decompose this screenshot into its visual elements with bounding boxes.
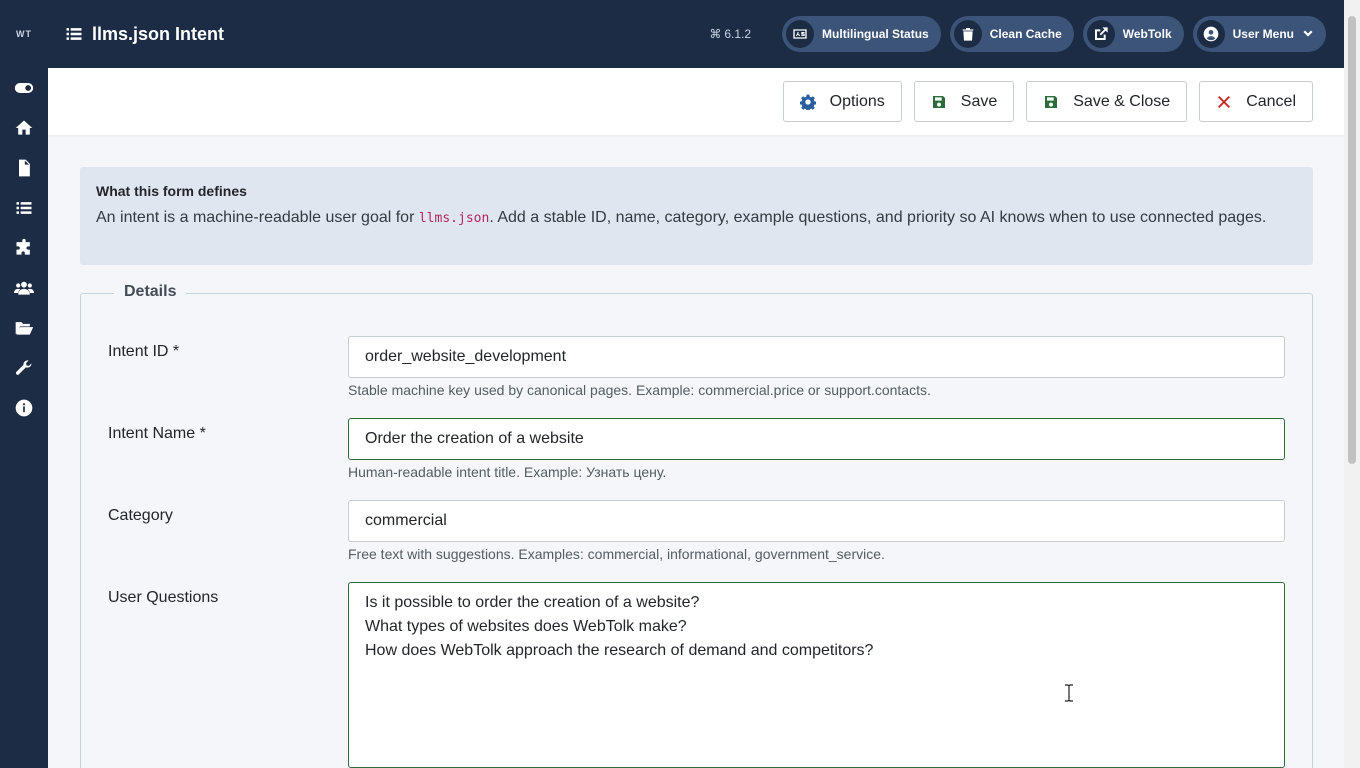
intent-id-help: Stable machine key used by canonical pag… (348, 382, 931, 398)
alert-text-after: . Add a stable ID, name, category, examp… (489, 209, 1267, 226)
alert-code: llms.json (418, 211, 490, 226)
language-icon (786, 20, 815, 48)
intent-id-input[interactable]: order_website_development (348, 336, 1285, 378)
file-icon (19, 159, 30, 177)
user-questions-label: User Questions (108, 589, 219, 606)
intent-name-help: Human-readable intent title. Example: Уз… (348, 464, 667, 480)
multilingual-status-label: Multilingual Status (822, 27, 929, 41)
page-title-text: llms.json Intent (92, 23, 225, 44)
options-button[interactable]: Options (782, 81, 902, 122)
sidebar-item-content[interactable] (0, 148, 48, 188)
intent-id-label: Intent ID * (108, 343, 180, 360)
user-menu-label: User Menu (1232, 27, 1294, 41)
sidebar-item-tools[interactable] (0, 348, 48, 388)
category-input[interactable]: commercial (348, 500, 1285, 542)
question-line: Is it possible to order the creation of … (365, 594, 700, 611)
info-alert: What this form defines An intent is a ma… (80, 167, 1313, 265)
alert-text-before: An intent is a machine-readable user goa… (96, 209, 419, 226)
users-icon (14, 281, 34, 295)
sidebar-item-home[interactable] (0, 108, 48, 148)
list-icon (16, 202, 32, 214)
question-line: What types of websites does WebTolk make… (365, 618, 687, 635)
cancel-label: Cancel (1246, 92, 1296, 110)
sidebar-item-help[interactable] (0, 388, 48, 428)
header-bar: llms.json Intent ⌘ 6.1.2 Multilingual St… (48, 0, 1344, 68)
multilingual-status-button[interactable]: Multilingual Status (782, 16, 941, 52)
scrollbar-thumb[interactable] (1348, 16, 1356, 464)
sidebar-item-users[interactable] (0, 268, 48, 308)
view-site-button[interactable]: WebTolk (1082, 16, 1184, 52)
question-line: How does WebTolk approach the research o… (365, 642, 874, 659)
list-icon (66, 28, 82, 40)
folder-open-icon (15, 322, 34, 335)
puzzle-icon (16, 238, 30, 255)
sidebar-item-toggle[interactable] (0, 68, 48, 108)
site-logo[interactable]: WT (0, 0, 48, 68)
cancel-button[interactable]: Cancel (1199, 81, 1313, 122)
save-label: Save (960, 92, 998, 110)
external-link-icon (1086, 20, 1115, 48)
toolbar: Options Save Save & Close Cancel (48, 68, 1344, 135)
view-site-label: WebTolk (1122, 27, 1172, 41)
user-questions-textarea[interactable]: Is it possible to order the creation of … (348, 582, 1285, 768)
version-number: 6.1.2 (724, 27, 752, 41)
options-label: Options (829, 92, 885, 110)
sidebar: WT (0, 0, 48, 768)
joomla-icon: ⌘ (709, 27, 722, 41)
save-button[interactable]: Save (913, 81, 1015, 122)
close-icon (1218, 95, 1231, 108)
sidebar-item-menus[interactable] (0, 188, 48, 228)
category-help: Free text with suggestions. Examples: co… (348, 546, 885, 562)
save-icon (932, 95, 945, 108)
chevron-down-icon (1303, 30, 1313, 37)
gear-icon (799, 94, 816, 110)
details-legend: Details (114, 283, 187, 301)
clean-cache-button[interactable]: Clean Cache (949, 16, 1074, 52)
version-label: ⌘ 6.1.2 (709, 27, 751, 41)
intent-name-input[interactable]: Order the creation of a website (348, 418, 1285, 460)
home-icon (15, 120, 33, 135)
clean-cache-label: Clean Cache (989, 27, 1062, 41)
page-scrollbar[interactable] (1344, 0, 1360, 768)
toggle-icon (14, 83, 34, 93)
user-circle-icon (1196, 20, 1225, 48)
save-close-label: Save & Close (1073, 92, 1171, 110)
intent-name-label: Intent Name * (108, 425, 206, 442)
save-icon (1045, 95, 1058, 108)
info-icon (15, 399, 33, 417)
alert-title: What this form defines (96, 183, 247, 199)
user-menu-button[interactable]: User Menu (1192, 16, 1326, 52)
wrench-icon (15, 360, 32, 375)
trash-icon (953, 20, 982, 48)
category-label: Category (108, 507, 173, 524)
text-cursor-icon (1065, 684, 1073, 702)
sidebar-item-system[interactable] (0, 308, 48, 348)
save-close-button[interactable]: Save & Close (1026, 81, 1188, 122)
page-title: llms.json Intent (64, 24, 224, 45)
sidebar-item-components[interactable] (0, 228, 48, 268)
alert-text: An intent is a machine-readable user goa… (96, 209, 1297, 227)
